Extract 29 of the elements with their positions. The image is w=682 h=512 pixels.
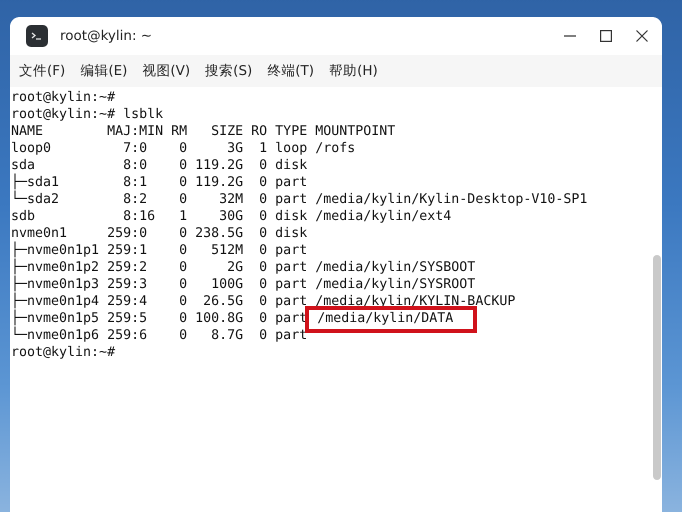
- menu-item[interactable]: 搜索(S): [205, 62, 252, 80]
- highlighted-path: /media/kylin/DATA: [305, 306, 478, 333]
- terminal-line: sda 8:0 0 119.2G 0 disk: [11, 158, 308, 173]
- terminal-line: ├─nvme0n1p1 259:1 0 512M 0 part: [11, 243, 308, 258]
- terminal-line: loop0 7:0 0 3G 1 loop /rofs: [11, 141, 356, 156]
- maximize-icon[interactable]: [600, 30, 612, 42]
- terminal-line: NAME MAJ:MIN RM SIZE RO TYPE MOUNTPOINT: [11, 124, 396, 139]
- menu-item[interactable]: 编辑(E): [80, 62, 128, 80]
- terminal-line: root@kylin:~#: [11, 345, 116, 360]
- terminal-line: nvme0n1 259:0 0 238.5G 0 disk: [11, 226, 308, 241]
- window-title: root@kylin: ~: [60, 28, 154, 44]
- terminal-line: root@kylin:~# lsblk: [11, 107, 164, 122]
- terminal-line: sdb 8:16 1 30G 0 disk /media/kylin/ext4: [11, 209, 452, 224]
- menu-item[interactable]: 帮助(H): [329, 62, 378, 80]
- terminal-line: ├─nvme0n1p2 259:2 0 2G 0 part /media/kylin/SYSBOOT: [11, 260, 476, 275]
- minimize-icon[interactable]: [564, 35, 576, 37]
- terminal-line: ├─nvme0n1p3 259:3 0 100G 0 part /media/kylin/SYSROOT: [11, 277, 476, 292]
- scrollbar[interactable]: [653, 255, 661, 480]
- close-icon[interactable]: [636, 30, 648, 42]
- terminal-line: root@kylin:~#: [11, 90, 116, 105]
- terminal-line: └─sda2 8:2 0 32M 0 part /media/kylin/Kylin-Desktop-V10-SP1: [11, 192, 588, 207]
- terminal-line: ├─nvme0n1p5 259:5 0 100.8G 0 part: [11, 311, 308, 326]
- terminal-line: ├─sda1 8:1 0 119.2G 0 part: [11, 175, 308, 190]
- menu-item[interactable]: 视图(V): [142, 62, 190, 80]
- terminal-line: ├─nvme0n1p4 259:4 0 26.5G 0 part /media/kylin/KYLIN-BACKUP: [11, 294, 516, 309]
- terminal-icon: [26, 25, 48, 47]
- menu-item[interactable]: 文件(F): [19, 62, 66, 80]
- terminal-line: └─nvme0n1p6 259:6 0 8.7G 0 part: [11, 328, 308, 343]
- menu-item[interactable]: 终端(T): [267, 62, 314, 80]
